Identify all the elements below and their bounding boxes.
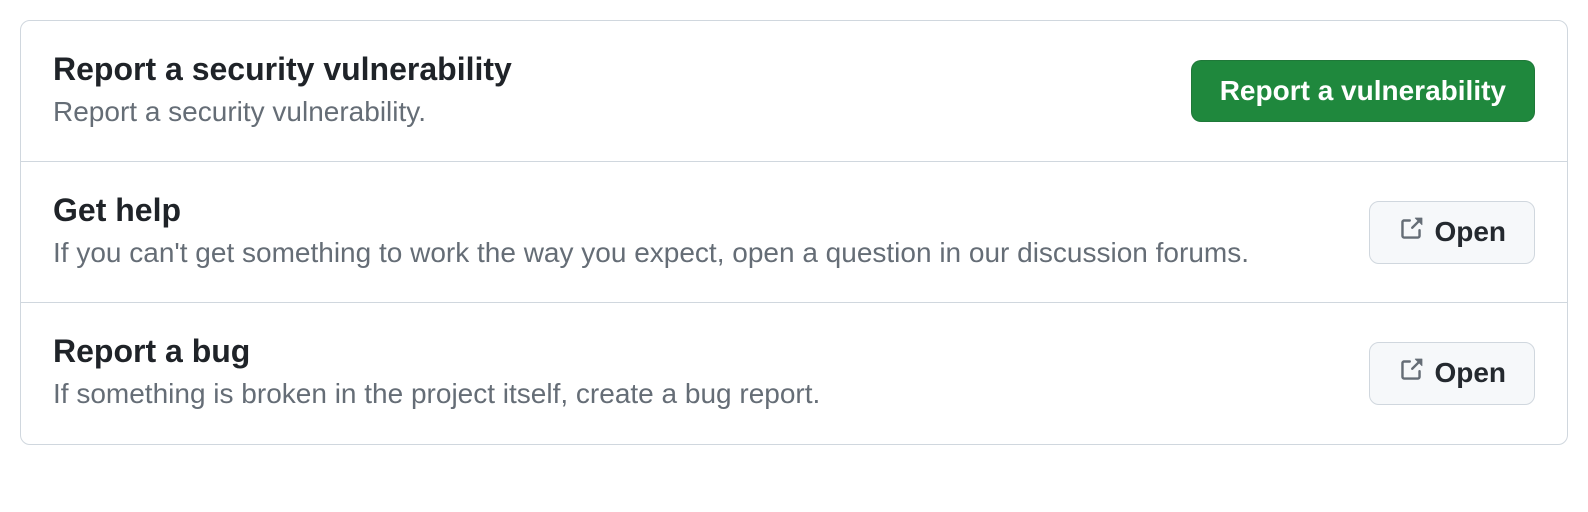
open-report-bug-button[interactable]: Open [1369,342,1535,405]
item-description: If you can't get something to work the w… [53,233,1345,272]
item-text: Get help If you can't get something to w… [53,192,1345,272]
open-get-help-button[interactable]: Open [1369,201,1535,264]
button-label: Report a vulnerability [1220,75,1506,107]
item-title: Get help [53,192,1345,229]
item-get-help: Get help If you can't get something to w… [21,162,1567,303]
item-description: If something is broken in the project it… [53,374,1345,413]
item-report-bug: Report a bug If something is broken in t… [21,303,1567,443]
item-text: Report a bug If something is broken in t… [53,333,1345,413]
item-text: Report a security vulnerability Report a… [53,51,1167,131]
item-report-vulnerability: Report a security vulnerability Report a… [21,21,1567,162]
issue-template-list: Report a security vulnerability Report a… [20,20,1568,445]
item-description: Report a security vulnerability. [53,92,1167,131]
report-vulnerability-button[interactable]: Report a vulnerability [1191,60,1535,122]
external-link-icon [1398,357,1424,390]
external-link-icon [1398,216,1424,249]
item-title: Report a security vulnerability [53,51,1167,88]
button-label: Open [1434,216,1506,248]
button-label: Open [1434,357,1506,389]
item-title: Report a bug [53,333,1345,370]
